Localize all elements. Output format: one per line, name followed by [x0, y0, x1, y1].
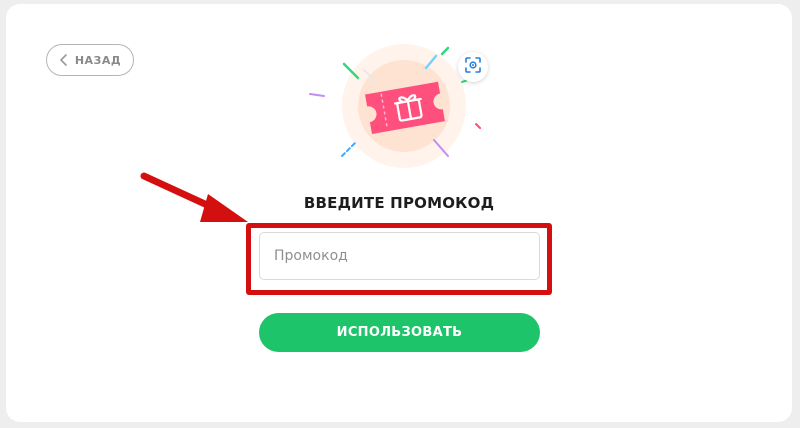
- red-arrow: [138, 170, 254, 230]
- promo-card: НАЗАД ВВЕДИТЕ ПРОМОКОД Промокод ИСПОЛЬЗО…: [6, 4, 792, 422]
- scan-qr-button[interactable]: [458, 52, 488, 82]
- page-title: ВВЕДИТЕ ПРОМОКОД: [303, 194, 495, 212]
- promo-code-input[interactable]: [259, 232, 540, 280]
- scan-qr-icon: [465, 57, 481, 77]
- use-promo-button[interactable]: ИСПОЛЬЗОВАТЬ: [259, 313, 540, 352]
- back-button[interactable]: НАЗАД: [46, 44, 134, 76]
- chevron-left-icon: [59, 54, 69, 66]
- back-button-label: НАЗАД: [74, 53, 122, 67]
